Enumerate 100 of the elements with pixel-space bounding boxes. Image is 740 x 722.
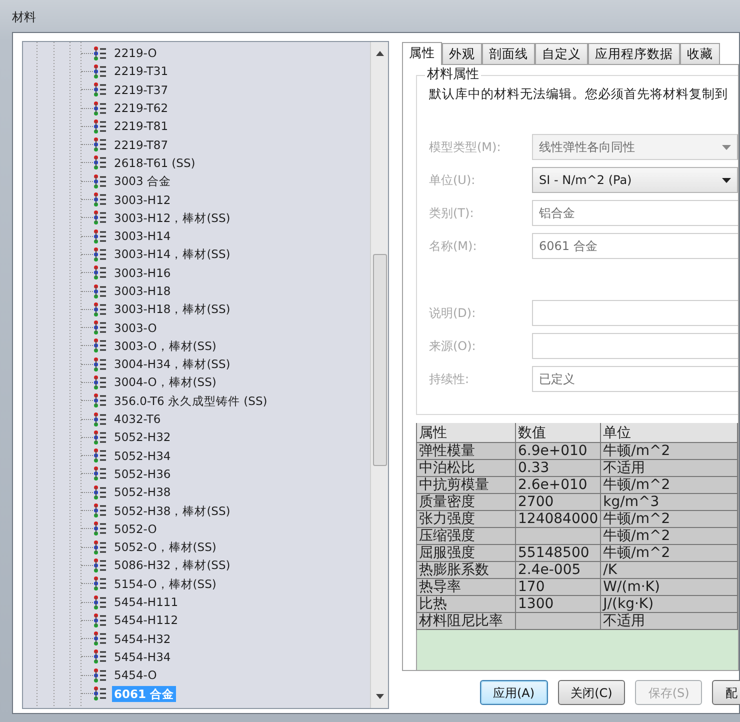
table-cell: 不适用 bbox=[600, 612, 738, 630]
dropdown[interactable]: SI - N/m^2 (Pa) bbox=[532, 167, 738, 193]
material-icon bbox=[93, 46, 107, 61]
material-icon bbox=[93, 284, 107, 298]
material-icon bbox=[93, 484, 107, 500]
tree-item[interactable]: 2219-T81 bbox=[112, 118, 170, 134]
scroll-down-icon[interactable] bbox=[376, 694, 384, 700]
material-icon bbox=[93, 448, 107, 464]
material-icon bbox=[93, 338, 107, 354]
field-label: 持续性: bbox=[429, 371, 470, 388]
material-icon bbox=[93, 155, 107, 170]
tree-item[interactable]: 3004-H34，棒材(SS) bbox=[112, 356, 232, 372]
table-cell: kg/m^3 bbox=[600, 494, 738, 511]
input-field: 6061 合金 bbox=[532, 233, 738, 259]
notice-text: 默认库中的材料无法编辑。您必须首先将材料复制到 bbox=[429, 86, 729, 102]
tab[interactable]: 自定义 bbox=[535, 43, 588, 64]
field-label: 说明(D): bbox=[429, 305, 477, 322]
material-icon bbox=[93, 521, 107, 536]
tree-item[interactable]: 5052-H38，棒材(SS) bbox=[112, 502, 232, 519]
tab[interactable]: 剖面线 bbox=[482, 43, 535, 64]
tab[interactable]: 收藏 bbox=[680, 43, 720, 64]
field-label: 名称(M): bbox=[429, 238, 478, 255]
dialog-button[interactable]: 应用(A) bbox=[480, 680, 548, 705]
material-icon bbox=[93, 393, 107, 408]
tree-item[interactable]: 5052-H34 bbox=[112, 448, 173, 464]
table-cell: 弹性模量 bbox=[416, 442, 516, 460]
material-icon bbox=[93, 649, 107, 664]
table-cell: 中泊松比 bbox=[416, 460, 516, 477]
tree-item[interactable]: 3003 合金 bbox=[112, 173, 173, 190]
tree-item[interactable]: 3003-H16 bbox=[112, 264, 173, 281]
table-cell: 牛顿/m^2 bbox=[600, 544, 738, 562]
material-icon bbox=[93, 612, 107, 628]
tree-item[interactable]: 2219-T62 bbox=[112, 100, 170, 116]
tree-item[interactable]: 5454-H34 bbox=[112, 648, 173, 665]
tree-item[interactable]: 356.0-T6 永久成型铸件 (SS) bbox=[112, 392, 270, 409]
material-icon bbox=[93, 558, 107, 573]
tree-item[interactable]: 3003-H14，棒材(SS) bbox=[112, 246, 232, 262]
table-cell: 2.6e+010 bbox=[516, 476, 601, 494]
material-icon bbox=[93, 356, 107, 372]
table-cell: J/(kg·K) bbox=[600, 596, 738, 613]
scrollbar[interactable] bbox=[370, 42, 388, 708]
material-icon bbox=[93, 246, 107, 262]
tree-item[interactable]: 4032-T6 bbox=[112, 411, 163, 428]
column-header: 单位 bbox=[600, 422, 738, 443]
tree-item[interactable]: 2219-O bbox=[112, 45, 159, 62]
table-cell: 牛顿/m^2 bbox=[600, 510, 738, 528]
material-icon bbox=[93, 82, 107, 98]
table-cell: 张力强度 bbox=[416, 510, 516, 528]
table-cell: 牛顿/m^2 bbox=[600, 528, 738, 545]
window-title: 材料 bbox=[12, 9, 36, 25]
tree-item[interactable]: 5052-H38 bbox=[112, 484, 173, 500]
table-cell: 质量密度 bbox=[416, 494, 516, 511]
material-icon bbox=[93, 540, 107, 555]
tree-item[interactable]: 2219-T37 bbox=[112, 82, 170, 98]
tree-item[interactable]: 3003-H14 bbox=[112, 228, 173, 244]
tree-item[interactable]: 2219-T87 bbox=[112, 136, 170, 153]
tree-item[interactable]: 2618-T61 (SS) bbox=[112, 154, 198, 171]
material-icon bbox=[93, 118, 107, 134]
table-cell: 2.4e-005 bbox=[516, 562, 601, 579]
scroll-up-icon[interactable] bbox=[376, 50, 384, 56]
tree-item[interactable]: 3003-O，棒材(SS) bbox=[112, 338, 218, 354]
tree-item[interactable]: 5052-H36 bbox=[112, 466, 173, 482]
tree-item[interactable]: 5086-H32，棒材(SS) bbox=[112, 557, 232, 574]
tab[interactable]: 应用程序数据 bbox=[588, 43, 680, 64]
tree-item[interactable]: 5454-H32 bbox=[112, 630, 173, 647]
tree-item[interactable]: 5454-O bbox=[112, 667, 159, 684]
tree-item[interactable]: 5052-H32 bbox=[112, 429, 173, 446]
table-cell: 牛顿/m^2 bbox=[600, 442, 738, 460]
dialog-button[interactable]: 配 bbox=[712, 680, 740, 705]
tab[interactable]: 外观 bbox=[442, 43, 482, 64]
material-icon bbox=[93, 64, 107, 79]
tree-item[interactable]: 5454-H111 bbox=[112, 594, 180, 610]
tab[interactable]: 属性 bbox=[402, 42, 442, 65]
table-cell: 不适用 bbox=[600, 460, 738, 477]
tree-item[interactable]: 3003-O bbox=[112, 320, 159, 336]
field-label: 单位(U): bbox=[429, 172, 476, 189]
table-cell: 热膨胀系数 bbox=[416, 562, 516, 579]
table-cell: 1300 bbox=[516, 596, 601, 613]
material-icon bbox=[93, 174, 107, 189]
tree-item[interactable]: 3003-H12，棒材(SS) bbox=[112, 210, 232, 226]
tree-item[interactable]: 5052-O bbox=[112, 520, 159, 537]
table-cell: 170 bbox=[516, 578, 601, 596]
material-icon bbox=[93, 430, 107, 445]
column-header: 属性 bbox=[416, 422, 516, 443]
scroll-thumb[interactable] bbox=[373, 254, 387, 466]
material-icon bbox=[93, 320, 107, 336]
tree-item[interactable]: 3003-H18，棒材(SS) bbox=[112, 301, 232, 318]
material-icon bbox=[93, 594, 107, 610]
caret-icon bbox=[722, 178, 731, 182]
tree-item[interactable]: 2219-T31 bbox=[112, 63, 170, 80]
group-title: 材料属性 bbox=[425, 67, 481, 83]
dialog-button[interactable]: 关闭(C) bbox=[558, 680, 626, 705]
table-cell: /K bbox=[600, 562, 738, 579]
tree-item[interactable]: 3003-H12 bbox=[112, 192, 173, 208]
material-icon bbox=[93, 631, 107, 646]
tree-item[interactable]: 5154-O，棒材(SS) bbox=[112, 576, 218, 592]
tree-item[interactable]: 5454-H112 bbox=[112, 612, 180, 628]
tree-item[interactable]: 3004-O，棒材(SS) bbox=[112, 374, 218, 390]
tree-item[interactable]: 5052-O，棒材(SS) bbox=[112, 539, 218, 556]
tree-item[interactable]: 3003-H18 bbox=[112, 283, 173, 299]
